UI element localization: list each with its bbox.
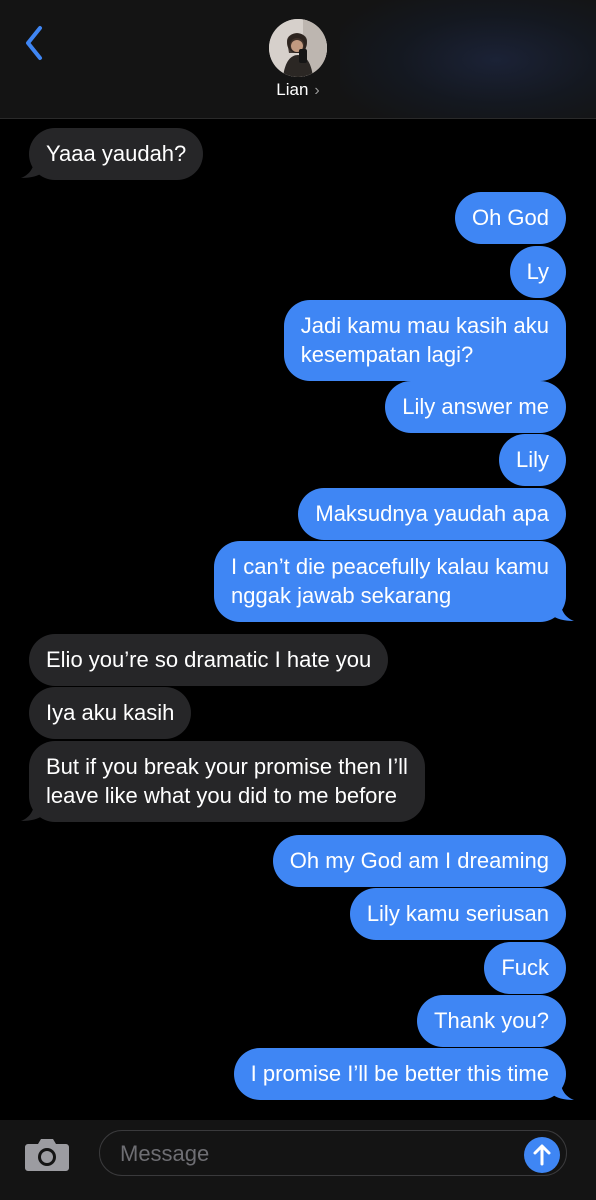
- message-text: Ly: [526, 259, 549, 284]
- message-bubble-incoming[interactable]: But if you break your promise then I’ll …: [29, 741, 425, 822]
- bubble-tail: [21, 797, 43, 821]
- avatar[interactable]: [269, 19, 327, 77]
- message-field[interactable]: [99, 1130, 567, 1176]
- composer-bar: [0, 1120, 596, 1200]
- message-bubble-outgoing[interactable]: Maksudnya yaudah apa: [298, 488, 566, 540]
- message-bubble-incoming[interactable]: Iya aku kasih: [29, 687, 192, 739]
- message-text: Oh God: [471, 205, 549, 230]
- message-text: Lily: [515, 447, 549, 472]
- chevron-right-icon: ›: [314, 82, 320, 99]
- header-background-blur: [340, 0, 596, 118]
- message-list[interactable]: Yaaa yaudah? Oh God Ly Jadi kamu mau kas…: [0, 119, 596, 1119]
- message-input[interactable]: [118, 1139, 502, 1169]
- message-bubble-incoming[interactable]: Elio you’re so dramatic I hate you: [29, 634, 389, 686]
- message-bubble-incoming[interactable]: Yaaa yaudah?: [29, 128, 204, 180]
- message-bubble-outgoing[interactable]: Oh God: [454, 192, 566, 244]
- contact-name: Lian: [276, 80, 309, 99]
- message-text: Oh my God am I dreaming: [289, 848, 549, 873]
- message-bubble-outgoing[interactable]: Jadi kamu mau kasih aku kesempatan lagi?: [283, 300, 566, 381]
- arrow-up-icon: [533, 1144, 551, 1166]
- message-text: Thank you?: [434, 1008, 549, 1033]
- send-button[interactable]: [524, 1137, 560, 1173]
- message-bubble-outgoing[interactable]: Fuck: [484, 942, 566, 994]
- message-text-line: leave like what you did to me before: [46, 783, 397, 808]
- message-text-line: But if you break your promise then I’ll: [46, 754, 408, 779]
- message-text: Lily kamu seriusan: [366, 901, 549, 926]
- message-bubble-outgoing[interactable]: Oh my God am I dreaming: [272, 835, 566, 887]
- conversation-header: Lian ›: [0, 0, 596, 119]
- message-bubble-outgoing[interactable]: I promise I’ll be better this time: [233, 1048, 566, 1100]
- bubble-tail: [552, 597, 574, 621]
- message-text-line: nggak jawab sekarang: [231, 583, 452, 608]
- camera-icon: [25, 1139, 69, 1171]
- bubble-tail: [552, 1076, 574, 1100]
- camera-button[interactable]: [24, 1136, 70, 1172]
- message-bubble-outgoing[interactable]: I can’t die peacefully kalau kamu nggak …: [214, 541, 566, 622]
- bubble-tail: [21, 154, 43, 178]
- message-text: Lily answer me: [402, 394, 549, 419]
- contact-name-row[interactable]: Lian ›: [0, 80, 596, 100]
- avatar-photo: [269, 19, 327, 77]
- message-bubble-outgoing[interactable]: Lily: [498, 434, 566, 486]
- message-text-line: I can’t die peacefully kalau kamu: [231, 554, 549, 579]
- message-bubble-outgoing[interactable]: Thank you?: [417, 995, 566, 1047]
- message-bubble-outgoing[interactable]: Lily answer me: [385, 381, 566, 433]
- message-text: Elio you’re so dramatic I hate you: [46, 647, 372, 672]
- message-bubble-outgoing[interactable]: Ly: [509, 246, 566, 298]
- message-text: Yaaa yaudah?: [46, 141, 187, 166]
- chevron-left-icon: [26, 26, 42, 60]
- message-text: Iya aku kasih: [46, 700, 175, 725]
- message-text: Maksudnya yaudah apa: [315, 501, 549, 526]
- message-text-line: Jadi kamu mau kasih aku: [300, 313, 549, 338]
- message-text-line: kesempatan lagi?: [300, 342, 474, 367]
- message-bubble-outgoing[interactable]: Lily kamu seriusan: [349, 888, 566, 940]
- message-text: I promise I’ll be better this time: [250, 1061, 549, 1086]
- back-button[interactable]: [18, 22, 54, 62]
- message-text: Fuck: [501, 955, 549, 980]
